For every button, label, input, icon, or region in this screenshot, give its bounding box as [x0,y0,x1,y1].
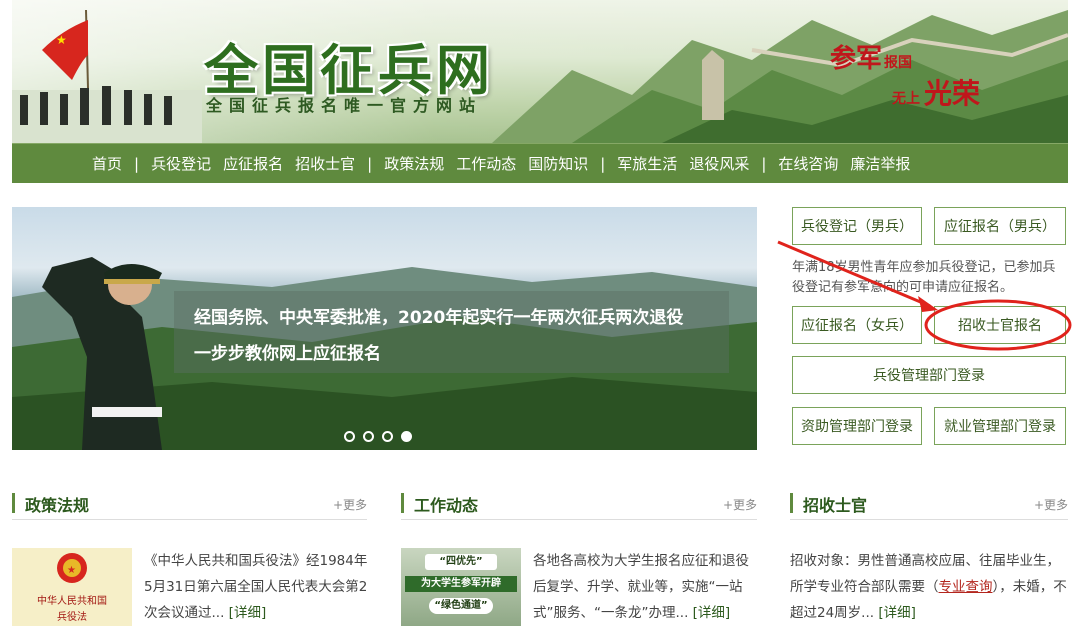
work-thumbnail[interactable]: “四优先” 为大学生参军开辟 “绿色通道” [401,548,521,626]
nav-separator: | [134,154,140,173]
section-accent-bar [401,493,404,513]
section-accent-bar [12,493,15,513]
slogan-line-1: 参军 报国 [830,44,913,74]
nav-separator: | [367,154,373,173]
slider-dot[interactable] [382,431,393,442]
nco-section-title[interactable]: 招收士官 [803,492,867,516]
policy-summary: 《中华人民共和国兵役法》经1984年5月31日第六届全国人民代表大会第2次会议通… [144,548,370,626]
registration-note: 年满18岁男性青年应参加兵役登记，已参加兵役登记有参军意向的可申请应征报名。 [792,260,1056,295]
slider-dot[interactable] [344,431,355,442]
nav-separator: | [600,154,606,173]
nav-item-nco[interactable]: 招收士官 [289,153,361,174]
work-detail-link[interactable]: [详细] [693,605,731,621]
nco-detail-link[interactable]: [详细] [878,605,916,621]
work-thumb-line-3: “绿色通道” [429,598,493,614]
register-male-button[interactable]: 兵役登记（男兵） [792,207,922,245]
work-section-title[interactable]: 工作动态 [414,492,478,516]
apply-male-button[interactable]: 应征报名（男兵） [934,207,1066,245]
slogan-line-2: 无上 光荣 [892,77,981,110]
slider-dots [344,431,412,442]
policy-section-header: 政策法规 +更多 [12,490,367,520]
svg-text:★: ★ [67,565,76,576]
policy-section-title[interactable]: 政策法规 [25,492,89,516]
work-summary: 各地各高校为大学生报名应征和退役后复学、升学、就业等，实施“一站式”服务、“一条… [533,548,758,626]
nav-item-report[interactable]: 廉洁举报 [844,153,916,174]
employment-admin-login-button[interactable]: 就业管理部门登录 [934,407,1066,445]
nav-separator: | [761,154,767,173]
nav-item-veterans[interactable]: 退役风采 [683,153,755,174]
admin-login-button[interactable]: 兵役管理部门登录 [792,356,1066,394]
policy-thumb-line-2: 兵役法 [57,612,87,623]
policy-thumbnail[interactable]: ★ 中华人民共和国 兵役法 [12,548,132,626]
slider-dot-active[interactable] [401,431,412,442]
main-nav: 首页 | 兵役登记 应征报名 招收士官 | 政策法规 工作动态 国防知识 | 军… [12,143,1068,183]
nav-item-defense[interactable]: 国防知识 [522,153,594,174]
work-more-link[interactable]: +更多 [723,496,757,513]
nav-item-policy[interactable]: 政策法规 [378,153,450,174]
nav-item-news[interactable]: 工作动态 [450,153,522,174]
nco-summary: 招收对象：男性普通高校应届、往届毕业生，所学专业符合部队需要（专业查询），未婚，… [790,548,1070,626]
work-section-header: 工作动态 +更多 [401,490,757,520]
nco-apply-button[interactable]: 招收士官报名 [934,306,1066,344]
nco-more-link[interactable]: +更多 [1034,496,1068,513]
svg-text:★: ★ [56,33,67,47]
policy-thumb-line-1: 中华人民共和国 [37,596,107,607]
policy-more-link[interactable]: +更多 [333,496,367,513]
work-thumb-line-2: 为大学生参军开辟 [405,576,517,592]
aid-admin-login-button[interactable]: 资助管理部门登录 [792,407,922,445]
apply-female-button[interactable]: 应征报名（女兵） [792,306,922,344]
nco-section-header: 招收士官 +更多 [790,490,1068,520]
work-thumb-line-1: “四优先” [425,554,497,570]
nav-item-military-life[interactable]: 军旅生活 [611,153,683,174]
nav-item-home[interactable]: 首页 [86,153,128,174]
slider-caption-line-1[interactable]: 经国务院、中央军委批准，2020年起实行一年两次征兵两次退役 [194,303,683,328]
slider-caption-line-2[interactable]: 一步步教你网上应征报名 [194,339,381,364]
nav-item-register[interactable]: 兵役登记 [145,153,217,174]
section-accent-bar [790,493,793,513]
nav-item-consult[interactable]: 在线咨询 [772,153,844,174]
hero-slider[interactable]: 经国务院、中央军委批准，2020年起实行一年两次征兵两次退役 一步步教你网上应征… [12,207,757,450]
nav-item-apply[interactable]: 应征报名 [217,153,289,174]
site-subtitle: 全国征兵报名唯一官方网站 [206,96,483,115]
slider-dot[interactable] [363,431,374,442]
major-lookup-link[interactable]: 专业查询 [939,579,993,595]
policy-detail-link[interactable]: [详细] [229,605,267,621]
header-banner: ★ 全国征兵网 全国征兵报名唯一官方网站 参军 报国 无上 光荣 [12,0,1068,143]
